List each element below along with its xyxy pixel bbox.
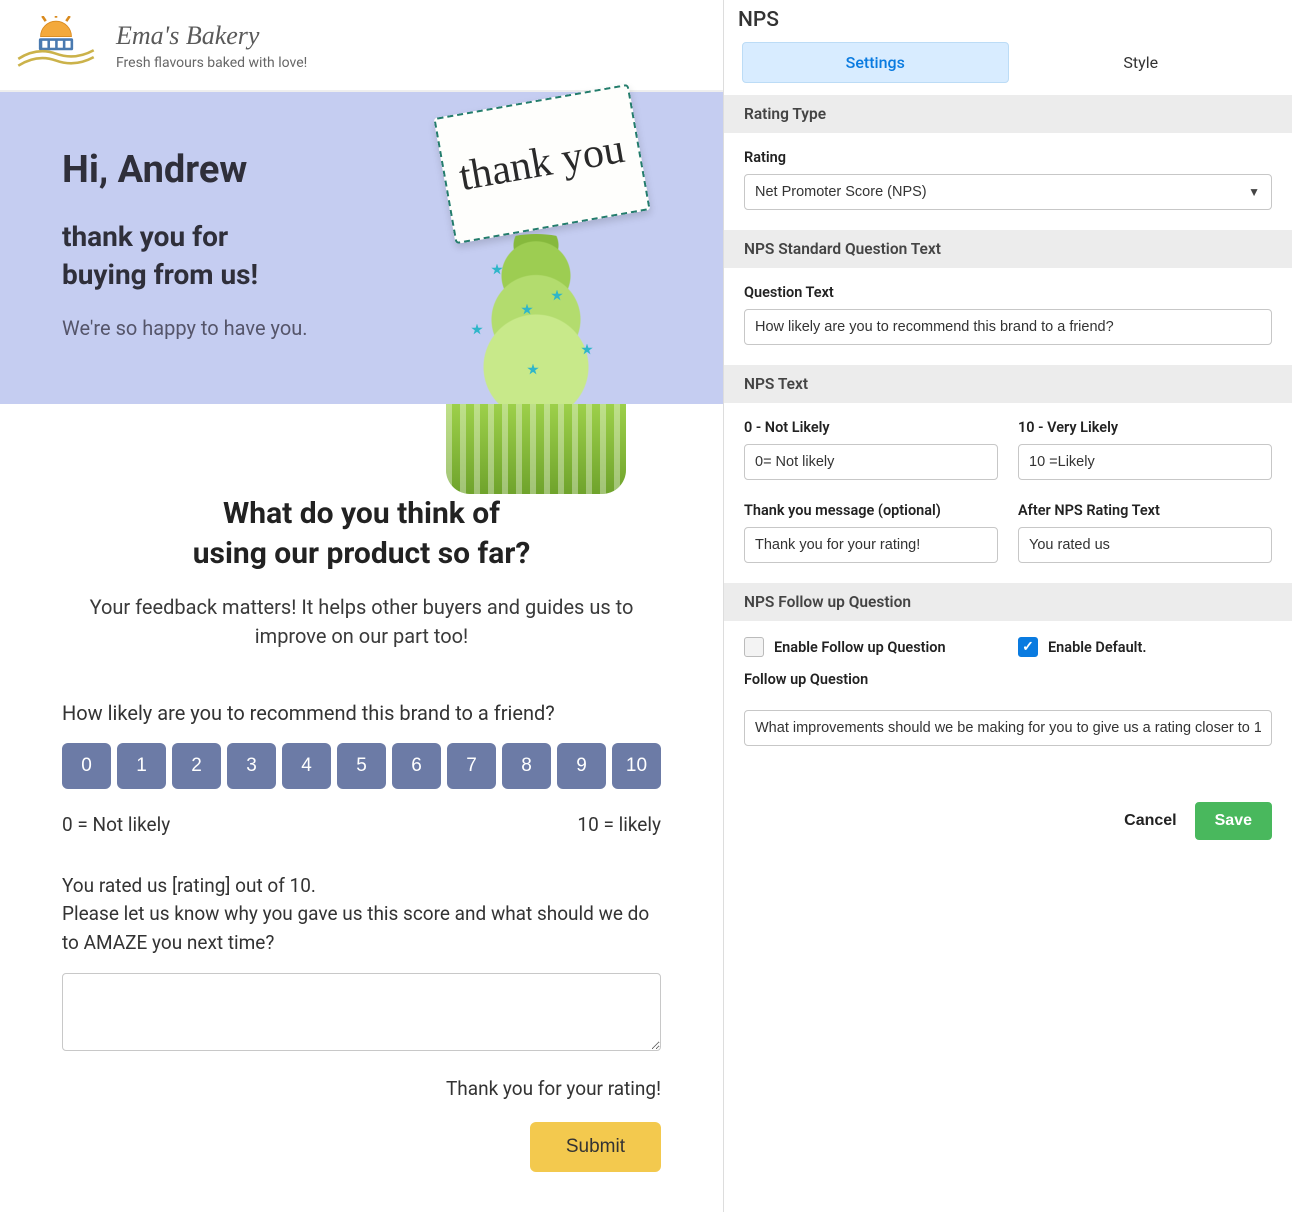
cancel-button[interactable]: Cancel (1124, 812, 1176, 830)
tabs: Settings Style (724, 42, 1292, 95)
thanks-input[interactable] (744, 527, 998, 563)
enable-followup-checkbox[interactable]: Enable Follow up Question (744, 637, 998, 657)
very-likely-input[interactable] (1018, 444, 1272, 480)
cupcake-illustration: thank you (421, 174, 651, 494)
hero-line1: thank you for (62, 220, 228, 253)
question-text-input[interactable] (744, 309, 1272, 345)
submit-button[interactable]: Submit (530, 1122, 661, 1172)
nps-score-5[interactable]: 5 (337, 743, 386, 789)
tab-settings[interactable]: Settings (742, 42, 1009, 83)
panel-title: NPS (724, 0, 1292, 42)
nps-score-2[interactable]: 2 (172, 743, 221, 789)
thanks-label: Thank you message (optional) (744, 502, 998, 519)
checkbox-checked-icon: ✓ (1018, 637, 1038, 657)
panel-actions: Cancel Save (724, 756, 1292, 840)
section-question-text: NPS Standard Question Text (724, 230, 1292, 268)
save-button[interactable]: Save (1195, 802, 1272, 840)
nps-score-6[interactable]: 6 (392, 743, 441, 789)
rating-select[interactable]: Net Promoter Score (NPS) (744, 174, 1272, 210)
survey-subtitle: Your feedback matters! It helps other bu… (62, 593, 661, 651)
legend-left: 0 = Not likely (62, 813, 170, 836)
thankyou-card-text: thank you (457, 131, 627, 195)
hero-line2: buying from us! (62, 258, 258, 291)
section-nps-text: NPS Text (724, 365, 1292, 403)
survey-preview: Ema's Bakery Fresh flavours baked with l… (0, 0, 724, 1212)
brand-logo (10, 16, 102, 76)
nps-score-9[interactable]: 9 (557, 743, 606, 789)
nps-scale: 012345678910 (62, 743, 661, 789)
followup-question-input[interactable] (744, 710, 1272, 746)
nps-score-7[interactable]: 7 (447, 743, 496, 789)
nps-score-10[interactable]: 10 (612, 743, 661, 789)
nps-followup-preview: You rated us [rating] out of 10. Please … (62, 872, 661, 958)
legend-right: 10 = likely (577, 813, 661, 836)
after-input[interactable] (1018, 527, 1272, 563)
feedback-textarea[interactable] (62, 973, 661, 1051)
survey-title: What do you think of using our product s… (62, 494, 661, 575)
enable-default-checkbox[interactable]: ✓ Enable Default. (1018, 637, 1272, 657)
thankyou-card: thank you (433, 83, 650, 243)
after-label: After NPS Rating Text (1018, 502, 1272, 519)
nps-legend: 0 = Not likely 10 = likely (62, 813, 661, 836)
hero: Hi, Andrew thank you for buying from us!… (0, 92, 723, 404)
section-followup: NPS Follow up Question (724, 583, 1292, 621)
not-likely-input[interactable] (744, 444, 998, 480)
nps-score-8[interactable]: 8 (502, 743, 551, 789)
section-rating-type: Rating Type (724, 95, 1292, 133)
nps-score-3[interactable]: 3 (227, 743, 276, 789)
survey-body: What do you think of using our product s… (0, 404, 723, 1212)
settings-panel: NPS Settings Style Rating Type Rating Ne… (724, 0, 1292, 1212)
brand-name: Ema's Bakery (116, 21, 307, 51)
brand-tagline: Fresh flavours baked with love! (116, 55, 307, 71)
not-likely-label: 0 - Not Likely (744, 419, 998, 436)
question-text-label: Question Text (744, 284, 1272, 301)
thankyou-text: Thank you for your rating! (62, 1077, 661, 1100)
followup-question-label: Follow up Question (744, 671, 1272, 688)
very-likely-label: 10 - Very Likely (1018, 419, 1272, 436)
nps-score-1[interactable]: 1 (117, 743, 166, 789)
rating-label: Rating (744, 149, 1272, 166)
nps-score-4[interactable]: 4 (282, 743, 331, 789)
brand-bar: Ema's Bakery Fresh flavours baked with l… (0, 0, 723, 92)
nps-score-0[interactable]: 0 (62, 743, 111, 789)
checkbox-icon (744, 637, 764, 657)
tab-style[interactable]: Style (1009, 42, 1275, 83)
nps-question-preview: How likely are you to recommend this bra… (62, 701, 661, 725)
